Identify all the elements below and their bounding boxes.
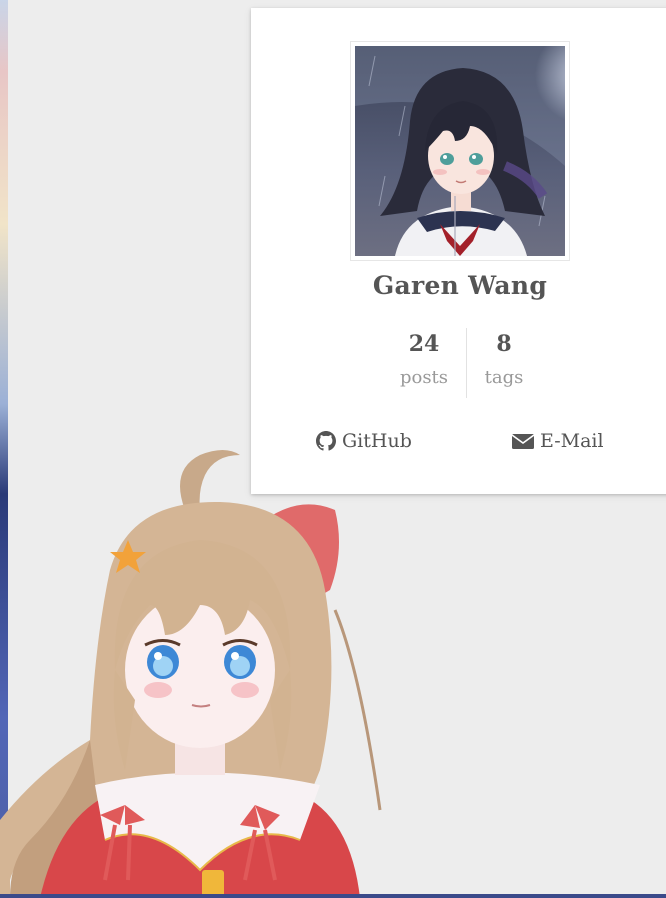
stats-divider: [466, 328, 467, 398]
email-link-label: E-Mail: [540, 430, 604, 452]
posts-stat[interactable]: 24 posts: [391, 328, 457, 396]
envelope-icon: [512, 432, 534, 450]
background-bottom-strip: [0, 894, 666, 898]
page: Garen Wang 24 posts 8 tags GitHub E-Mail: [0, 0, 666, 898]
avatar-frame: [350, 41, 570, 261]
avatar: [355, 46, 565, 256]
profile-stats: 24 posts 8 tags: [391, 328, 531, 398]
profile-name: Garen Wang: [372, 271, 548, 300]
posts-label: posts: [399, 367, 449, 388]
posts-count: 24: [408, 331, 440, 357]
tags-count: 8: [496, 331, 512, 357]
tags-stat[interactable]: 8 tags: [471, 328, 537, 396]
mascot-character[interactable]: [0, 440, 400, 898]
email-link[interactable]: E-Mail: [512, 430, 604, 452]
profile-card: Garen Wang 24 posts 8 tags GitHub E-Mail: [251, 8, 666, 494]
tags-label: tags: [484, 367, 524, 388]
